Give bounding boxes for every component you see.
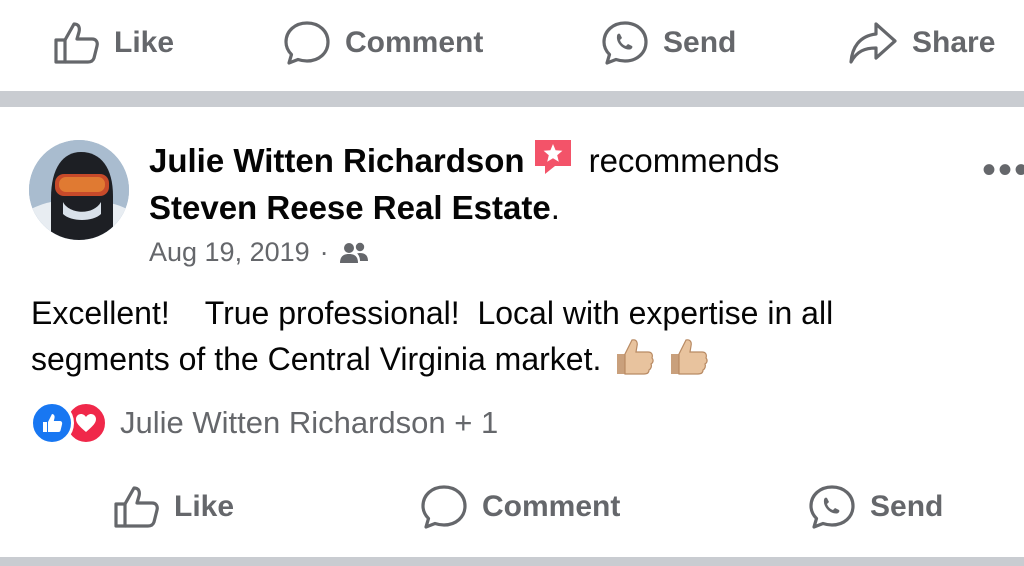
- page-name-suffix: .: [550, 189, 560, 226]
- top-comment-label: Comment: [345, 26, 484, 59]
- post-date[interactable]: Aug 19, 2019: [149, 237, 310, 268]
- author-name[interactable]: Julie Witten Richardson: [149, 142, 525, 179]
- top-send-button[interactable]: Send: [601, 20, 736, 66]
- send-label: Send: [870, 490, 944, 523]
- top-like-label: Like: [114, 26, 175, 59]
- friends-audience-icon: [339, 242, 368, 263]
- recommends-verb: recommends: [588, 142, 780, 179]
- like-label: Like: [174, 490, 235, 523]
- comment-bubble-icon: [421, 485, 467, 529]
- post-text-line-2-text: segments of the Central Virginia market.: [31, 341, 602, 377]
- post-body: Excellent! True professional! Local with…: [31, 290, 1011, 388]
- like-button[interactable]: Like: [112, 484, 234, 530]
- top-send-label: Send: [663, 26, 737, 59]
- thumbs-up-icon: [54, 22, 99, 64]
- reactions-summary[interactable]: Julie Witten Richardson + 1: [30, 401, 498, 445]
- post-meta: Aug 19, 2019 ·: [149, 237, 369, 268]
- top-share-label: Share: [912, 26, 996, 59]
- thumbs-up-emoji-icon: [611, 336, 655, 388]
- more-options-icon[interactable]: •••: [982, 148, 1024, 193]
- page-name-link[interactable]: Steven Reese Real Estate: [149, 189, 551, 226]
- comment-button[interactable]: Comment: [420, 484, 620, 530]
- top-comment-button[interactable]: Comment: [283, 20, 483, 66]
- send-button[interactable]: Send: [808, 484, 943, 530]
- like-reaction-icon: [30, 401, 74, 445]
- meta-dot: ·: [319, 237, 329, 267]
- messenger-send-icon: [809, 485, 855, 529]
- post-text-line-2: segments of the Central Virginia market.: [31, 336, 1011, 388]
- top-like-button[interactable]: Like: [52, 20, 174, 66]
- thumbs-up-icon: [114, 486, 159, 528]
- thumbs-up-emoji-icon: [665, 336, 709, 388]
- messenger-send-icon: [602, 21, 648, 65]
- post-text-line-1: Excellent! True professional! Local with…: [31, 295, 834, 331]
- feed-separator: [0, 91, 1024, 107]
- author-avatar[interactable]: [29, 140, 129, 240]
- top-action-bar: Like Comment Send Share: [0, 0, 1024, 88]
- recommendation-badge-icon: [533, 138, 573, 184]
- post-header: Julie Witten Richardson recommends: [149, 138, 779, 184]
- share-arrow-icon: [849, 22, 897, 64]
- top-share-button[interactable]: Share: [848, 20, 995, 66]
- bottom-action-bar: Like Comment Send: [0, 478, 1024, 548]
- feed-separator: [0, 557, 1024, 566]
- comment-label: Comment: [482, 490, 621, 523]
- reactions-text: Julie Witten Richardson + 1: [120, 405, 499, 440]
- comment-bubble-icon: [284, 21, 330, 65]
- recommended-page: Steven Reese Real Estate.: [149, 189, 560, 227]
